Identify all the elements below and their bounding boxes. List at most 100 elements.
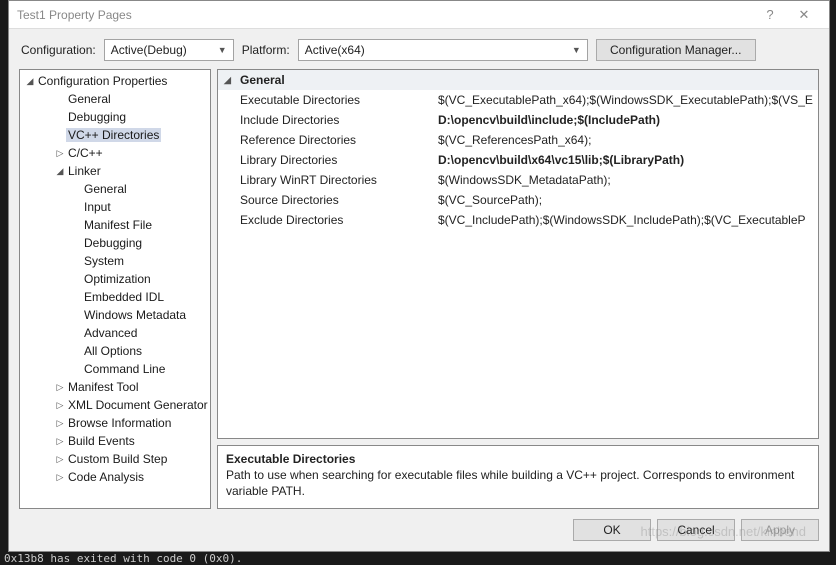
tree-item-label: Code Analysis	[66, 470, 146, 484]
tree-item-label: Embedded IDL	[82, 290, 166, 304]
expander-icon[interactable]: ▷	[54, 454, 66, 465]
tree-item[interactable]: All Options	[20, 342, 210, 360]
property-pages-dialog: Test1 Property Pages ? ✕ Configuration: …	[8, 0, 830, 552]
category-label: General	[240, 73, 285, 87]
tree-item-label: Advanced	[82, 326, 139, 340]
tree-item[interactable]: Input	[20, 198, 210, 216]
tree-item-label: Manifest Tool	[66, 380, 140, 394]
chevron-down-icon[interactable]: ◢	[224, 75, 236, 86]
property-row[interactable]: Reference Directories$(VC_ReferencesPath…	[218, 130, 818, 150]
tree-item[interactable]: General	[20, 90, 210, 108]
chevron-down-icon[interactable]: ◢	[24, 76, 36, 87]
property-value[interactable]: $(VC_ReferencesPath_x64);	[438, 133, 818, 147]
tree-item-label: General	[66, 92, 113, 106]
tree-item[interactable]: Debugging	[20, 108, 210, 126]
expander-icon[interactable]: ▷	[54, 418, 66, 429]
property-row[interactable]: Library DirectoriesD:\opencv\build\x64\v…	[218, 150, 818, 170]
tree-item[interactable]: Command Line	[20, 360, 210, 378]
property-name: Source Directories	[218, 193, 438, 207]
property-value[interactable]: $(VC_IncludePath);$(WindowsSDK_IncludePa…	[438, 213, 818, 227]
tree-item-label: Optimization	[82, 272, 153, 286]
property-name: Exclude Directories	[218, 213, 438, 227]
tree-item[interactable]: ◢Linker	[20, 162, 210, 180]
tree-item[interactable]: System	[20, 252, 210, 270]
close-icon[interactable]: ✕	[787, 1, 821, 29]
expander-icon[interactable]: ▷	[54, 436, 66, 447]
platform-combobox[interactable]: Active(x64) ▼	[298, 39, 588, 61]
config-toolbar: Configuration: Active(Debug) ▼ Platform:…	[9, 29, 829, 69]
tree-item-label: Command Line	[82, 362, 167, 376]
property-value[interactable]: D:\opencv\build\include;$(IncludePath)	[438, 113, 818, 127]
expander-icon[interactable]: ▷	[54, 400, 66, 411]
tree-item[interactable]: ▷Build Events	[20, 432, 210, 450]
property-rows: Executable Directories$(VC_ExecutablePat…	[218, 90, 818, 438]
tree-item[interactable]: Windows Metadata	[20, 306, 210, 324]
tree-item[interactable]: ▷Browse Information	[20, 414, 210, 432]
property-name: Library Directories	[218, 153, 438, 167]
property-value[interactable]: D:\opencv\build\x64\vc15\lib;$(LibraryPa…	[438, 153, 818, 167]
tree-item-label: General	[82, 182, 129, 196]
expander-icon[interactable]: ◢	[54, 166, 66, 177]
tree-item[interactable]: Embedded IDL	[20, 288, 210, 306]
property-name: Reference Directories	[218, 133, 438, 147]
tree-item-label: Browse Information	[66, 416, 173, 430]
configuration-manager-button[interactable]: Configuration Manager...	[596, 39, 756, 61]
tree-item[interactable]: Debugging	[20, 234, 210, 252]
property-value[interactable]: $(VC_SourcePath);	[438, 193, 818, 207]
property-row[interactable]: Library WinRT Directories$(WindowsSDK_Me…	[218, 170, 818, 190]
property-row[interactable]: Include DirectoriesD:\opencv\build\inclu…	[218, 110, 818, 130]
tree-item-label: Input	[82, 200, 113, 214]
property-value[interactable]: $(WindowsSDK_MetadataPath);	[438, 173, 818, 187]
help-icon[interactable]: ?	[753, 1, 787, 29]
tree-item-label: Build Events	[66, 434, 137, 448]
dialog-body: ◢ Configuration Properties General Debugg…	[9, 69, 829, 517]
configuration-label: Configuration:	[21, 43, 96, 57]
tree-item-label: Custom Build Step	[66, 452, 169, 466]
tree-item[interactable]: ▷Code Analysis	[20, 468, 210, 486]
tree-item[interactable]: ▷XML Document Generator	[20, 396, 210, 414]
property-grid: ◢ General Executable Directories$(VC_Exe…	[217, 69, 819, 439]
tree-root[interactable]: ◢ Configuration Properties	[20, 72, 210, 90]
chevron-down-icon: ▼	[572, 45, 581, 55]
tree-item-label: Linker	[66, 164, 103, 178]
tree-item-label: XML Document Generator	[66, 398, 210, 412]
expander-icon[interactable]: ▷	[54, 382, 66, 393]
category-header[interactable]: ◢ General	[218, 70, 818, 90]
expander-icon[interactable]: ▷	[54, 148, 66, 159]
property-name: Library WinRT Directories	[218, 173, 438, 187]
tree-item[interactable]: Advanced	[20, 324, 210, 342]
chevron-down-icon: ▼	[218, 45, 227, 55]
description-text: Path to use when searching for executabl…	[226, 468, 810, 499]
tree-item-label: Windows Metadata	[82, 308, 188, 322]
property-name: Executable Directories	[218, 93, 438, 107]
watermark-text: https://blog.csdn.net/kinbend	[640, 524, 806, 539]
property-row[interactable]: Source Directories$(VC_SourcePath);	[218, 190, 818, 210]
ide-output-line: 0x13b8 has exited with code 0 (0x0).	[0, 552, 242, 565]
tree-item[interactable]: Manifest File	[20, 216, 210, 234]
tree-item-label: All Options	[82, 344, 144, 358]
configuration-value: Active(Debug)	[111, 43, 212, 57]
description-title: Executable Directories	[226, 452, 810, 466]
tree-item[interactable]: ▷Manifest Tool	[20, 378, 210, 396]
configuration-combobox[interactable]: Active(Debug) ▼	[104, 39, 234, 61]
platform-value: Active(x64)	[305, 43, 566, 57]
tree-item[interactable]: ▷C/C++	[20, 144, 210, 162]
ok-button[interactable]: OK	[573, 519, 651, 541]
window-title: Test1 Property Pages	[17, 8, 753, 22]
tree-item-label: Debugging	[82, 236, 144, 250]
property-row[interactable]: Exclude Directories$(VC_IncludePath);$(W…	[218, 210, 818, 230]
expander-icon[interactable]: ▷	[54, 472, 66, 483]
titlebar: Test1 Property Pages ? ✕	[9, 1, 829, 29]
property-tree[interactable]: ◢ Configuration Properties General Debugg…	[19, 69, 211, 509]
description-panel: Executable Directories Path to use when …	[217, 445, 819, 509]
tree-item[interactable]: General	[20, 180, 210, 198]
tree-item-label: System	[82, 254, 126, 268]
tree-item[interactable]: Optimization	[20, 270, 210, 288]
property-name: Include Directories	[218, 113, 438, 127]
tree-item[interactable]: ▷Custom Build Step	[20, 450, 210, 468]
tree-item-label: C/C++	[66, 146, 105, 160]
tree-item[interactable]: VC++ Directories	[20, 126, 210, 144]
right-pane: ◢ General Executable Directories$(VC_Exe…	[217, 69, 819, 509]
property-row[interactable]: Executable Directories$(VC_ExecutablePat…	[218, 90, 818, 110]
property-value[interactable]: $(VC_ExecutablePath_x64);$(WindowsSDK_Ex…	[438, 93, 818, 107]
